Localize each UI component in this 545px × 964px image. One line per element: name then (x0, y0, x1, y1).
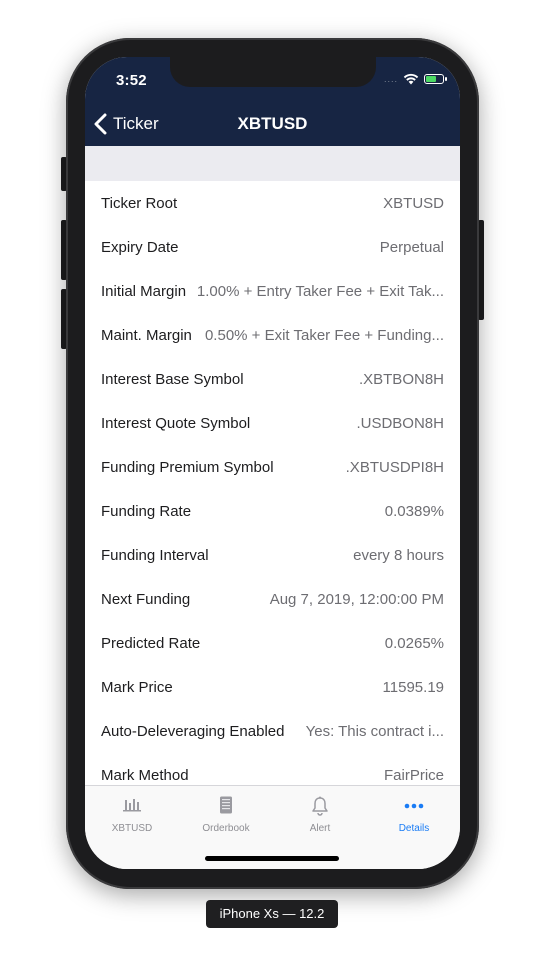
detail-value: 11595.19 (382, 678, 444, 696)
detail-label: Mark Method (101, 766, 189, 784)
bar-chart-icon (123, 799, 141, 812)
detail-value: 0.50% + Exit Taker Fee + Funding... (204, 326, 444, 344)
detail-row-ticker-root: Ticker Root XBTUSD (85, 181, 460, 225)
detail-value: .USDBON8H (356, 414, 444, 432)
detail-label: Interest Quote Symbol (101, 414, 251, 432)
detail-label: Funding Rate (101, 502, 192, 520)
tab-label: Orderbook (202, 823, 250, 834)
battery-level (426, 76, 436, 82)
orderbook-icon (220, 796, 232, 814)
detail-value: 1.00% + Entry Taker Fee + Exit Tak... (196, 282, 444, 300)
simulator-device-label: iPhone Xs — 12.2 (206, 900, 338, 928)
detail-label: Predicted Rate (101, 634, 201, 652)
detail-row-initial-margin: Initial Margin 1.00% + Entry Taker Fee +… (85, 269, 460, 313)
tab-orderbook[interactable]: Orderbook (179, 786, 273, 836)
detail-label: Interest Base Symbol (101, 370, 244, 388)
detail-value: Aug 7, 2019, 12:00:00 PM (269, 590, 444, 608)
tab-icon-wrap (367, 796, 460, 816)
detail-row-interest-base-symbol: Interest Base Symbol .XBTBON8H (85, 357, 460, 401)
tab-icon-wrap (85, 796, 179, 816)
detail-value: .XBTUSDPI8H (345, 458, 444, 476)
detail-value: Perpetual (379, 238, 444, 256)
battery-icon (424, 74, 447, 84)
status-time: 3:52 (116, 72, 147, 89)
more-icon (404, 803, 424, 809)
tab-label: Details (398, 823, 430, 834)
detail-label: Funding Premium Symbol (101, 458, 274, 476)
wifi-icon (403, 73, 419, 85)
detail-label: Auto-Deleveraging Enabled (101, 722, 285, 740)
navigation-header: 3:52 .... Ticker XBTUSD (85, 57, 460, 146)
tab-icon-wrap (179, 796, 273, 816)
detail-row-next-funding: Next Funding Aug 7, 2019, 12:00:00 PM (85, 577, 460, 621)
tab-label: Alert (309, 823, 331, 834)
detail-label: Initial Margin (101, 282, 187, 300)
detail-value: 0.0389% (384, 502, 444, 520)
detail-row-interest-quote-symbol: Interest Quote Symbol .USDBON8H (85, 401, 460, 445)
detail-row-expiry-date: Expiry Date Perpetual (85, 225, 460, 269)
detail-label: Funding Interval (101, 546, 209, 564)
detail-row-mark-price: Mark Price 11595.19 (85, 665, 460, 709)
detail-label: Next Funding (101, 590, 191, 608)
detail-row-auto-deleveraging: Auto-Deleveraging Enabled Yes: This cont… (85, 709, 460, 753)
page-title: XBTUSD (237, 114, 308, 133)
details-list[interactable]: Ticker Root XBTUSD Expiry Date Perpetual… (85, 181, 460, 785)
detail-value: XBTUSD (383, 194, 444, 212)
home-indicator[interactable] (205, 856, 339, 861)
detail-value: .XBTBON8H (358, 370, 444, 388)
detail-label: Mark Price (101, 678, 173, 696)
tab-details[interactable]: Details (367, 786, 460, 836)
notch (170, 57, 376, 87)
phone-screen: 3:52 .... Ticker XBTUSD Ticker Root XBTU (85, 57, 460, 869)
section-header-spacer (85, 146, 460, 181)
tab-icon-wrap (273, 796, 367, 816)
cellular-signal-icon: .... (383, 74, 398, 84)
status-indicators: .... (383, 73, 447, 85)
detail-row-maint-margin: Maint. Margin 0.50% + Exit Taker Fee + F… (85, 313, 460, 357)
detail-value: Yes: This contract i... (305, 722, 444, 740)
detail-value: every 8 hours (353, 546, 444, 564)
detail-row-predicted-rate: Predicted Rate 0.0265% (85, 621, 460, 665)
tab-xbtusd[interactable]: XBTUSD (85, 786, 179, 836)
tab-label: XBTUSD (111, 823, 153, 834)
detail-label: Ticker Root (101, 194, 178, 212)
detail-row-funding-rate: Funding Rate 0.0389% (85, 489, 460, 533)
detail-label: Maint. Margin (101, 326, 192, 344)
bell-icon (312, 796, 328, 816)
detail-row-funding-interval: Funding Interval every 8 hours (85, 533, 460, 577)
detail-value: FairPrice (383, 766, 444, 784)
detail-value: 0.0265% (384, 634, 444, 652)
detail-label: Expiry Date (101, 238, 179, 256)
battery-cap (445, 77, 447, 81)
detail-row-mark-method: Mark Method FairPrice (85, 753, 460, 785)
tab-alert[interactable]: Alert (273, 786, 367, 836)
detail-row-funding-premium-symbol: Funding Premium Symbol .XBTUSDPI8H (85, 445, 460, 489)
